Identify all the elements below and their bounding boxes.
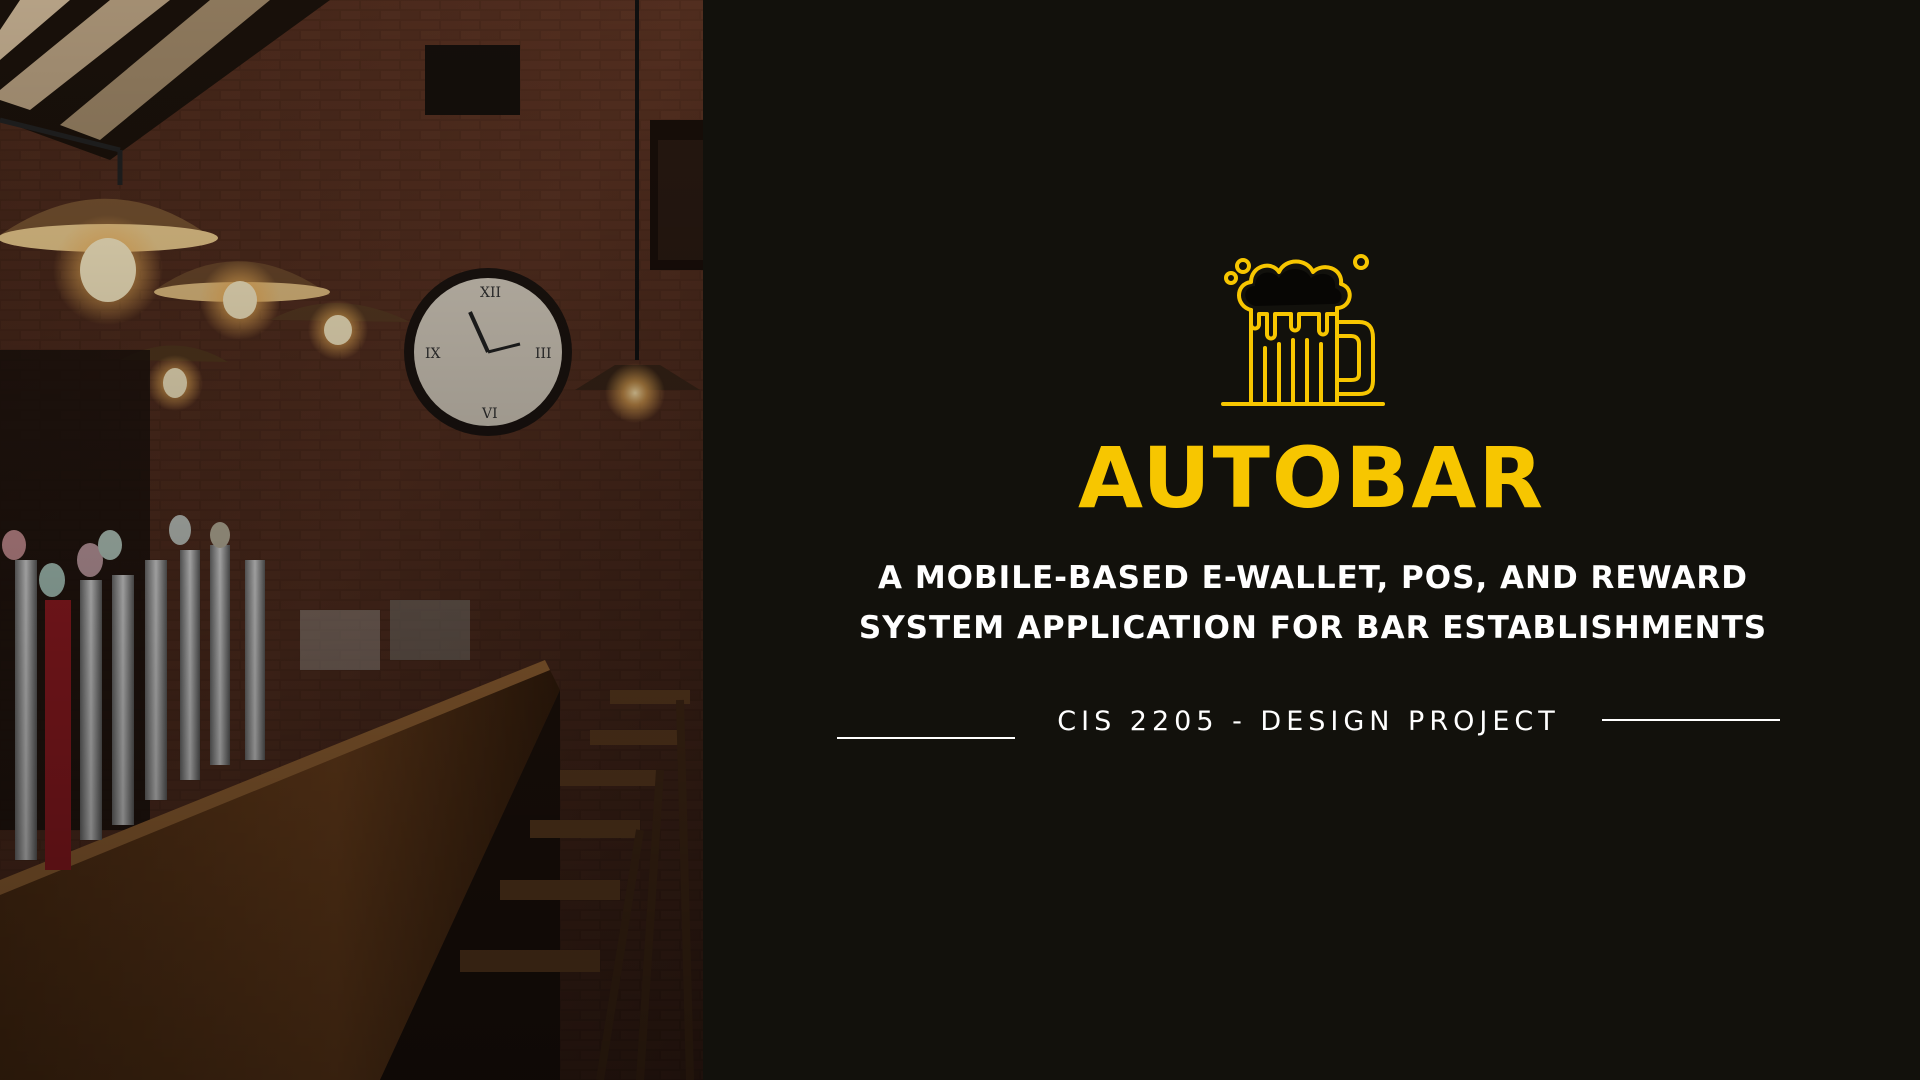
beer-mug-icon (1221, 244, 1391, 409)
subtitle-line-2: SYSTEM APPLICATION FOR BAR ESTABLISHMENT… (858, 610, 1768, 646)
subtitle: A MOBILE-BASED E-WALLET, POS, AND REWARD… (803, 553, 1823, 653)
bar-interior-photo: XII III VI IX (0, 0, 703, 1080)
subtitle-line-1: A MOBILE-BASED E-WALLET, POS, AND REWARD (878, 560, 1748, 596)
course-label: CIS 2205 - DESIGN PROJECT (1057, 706, 1560, 737)
divider-right (1602, 719, 1780, 721)
course-row: CIS 2205 - DESIGN PROJECT (703, 700, 1920, 744)
page-title: AUTOBAR (1077, 429, 1546, 527)
title-panel: AUTOBAR A MOBILE-BASED E-WALLET, POS, AN… (703, 0, 1920, 1080)
divider-left (837, 737, 1015, 739)
